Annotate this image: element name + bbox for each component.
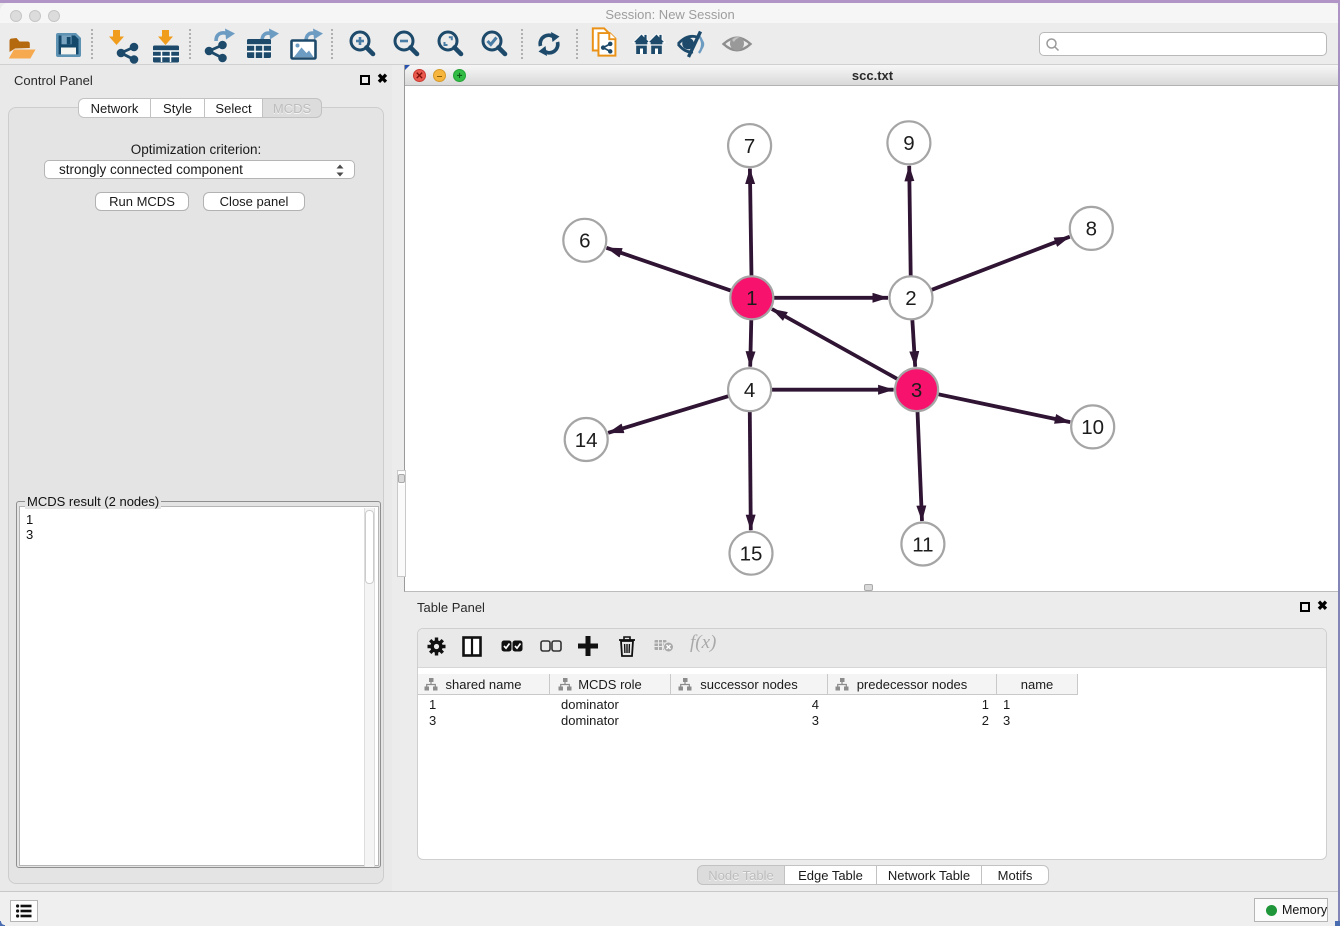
svg-text:14: 14: [575, 429, 598, 452]
svg-text:8: 8: [1086, 218, 1097, 241]
svg-text:6: 6: [579, 230, 590, 253]
svg-text:3: 3: [911, 379, 922, 402]
svg-text:4: 4: [744, 379, 755, 402]
svg-text:1: 1: [746, 287, 757, 310]
svg-text:10: 10: [1081, 416, 1104, 439]
svg-text:7: 7: [744, 135, 755, 158]
svg-text:15: 15: [740, 543, 763, 566]
svg-text:9: 9: [903, 132, 914, 155]
svg-text:2: 2: [905, 287, 916, 310]
svg-text:11: 11: [912, 533, 933, 556]
